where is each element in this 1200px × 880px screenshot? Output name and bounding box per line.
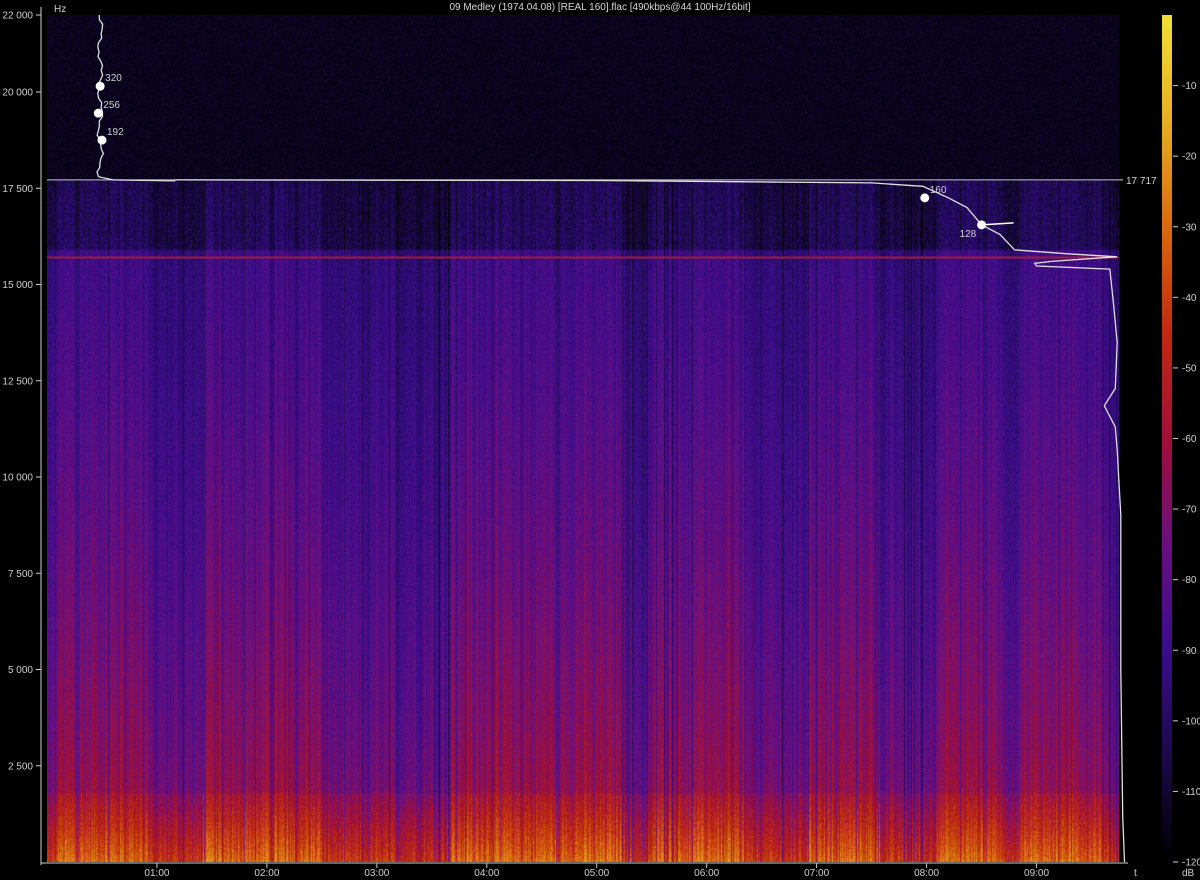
y-tick-label: 7 500 <box>8 569 33 580</box>
x-tick-label: 01:00 <box>144 868 169 879</box>
x-tick-label: 06:00 <box>694 868 719 879</box>
bitrate-marker-dot <box>920 193 930 203</box>
axes-overlay: 2 500 5 000 7 500 10 000 12 500 15 000 17 500 2… <box>2 4 1200 879</box>
bitrate-marker-tail <box>981 222 1014 226</box>
bitrate-marker-dot <box>95 81 105 91</box>
colorbar-label: dB <box>1182 868 1195 879</box>
x-tick-label: 03:00 <box>364 868 389 879</box>
x-tick-label: 02:00 <box>254 868 279 879</box>
frequency-profile-top <box>96 15 176 182</box>
y-axis-label: Hz <box>54 4 66 15</box>
colorbar-tick-label: -30 <box>1182 222 1197 233</box>
colorbar-tick-label: -50 <box>1182 363 1197 374</box>
bitrate-marker-label: 160 <box>930 185 947 196</box>
x-tick-label: 08:00 <box>914 868 939 879</box>
colorbar-tick-label: -120 <box>1182 858 1200 869</box>
bitrate-marker-label: 320 <box>105 73 122 84</box>
bitrate-marker-label: 128 <box>960 229 977 240</box>
y-tick-label: 20 000 <box>2 88 33 99</box>
x-tick-label: 04:00 <box>474 868 499 879</box>
spectrogram-view: 09 Medley (1974.04.08) [REAL 160].flac [… <box>0 0 1200 880</box>
y-tick-label: 12 500 <box>2 376 33 387</box>
frequency-profile-right <box>175 179 1126 863</box>
y-tick-label: 22 000 <box>2 11 33 22</box>
colorbar-tick-label: -100 <box>1182 716 1200 727</box>
y-tick-label: 10 000 <box>2 473 33 484</box>
x-axis-label: t <box>1134 868 1137 879</box>
x-tick-label: 09:00 <box>1024 868 1049 879</box>
x-tick-label: 05:00 <box>584 868 609 879</box>
bitrate-marker-label: 192 <box>107 127 124 138</box>
bitrate-marker-dot <box>97 135 107 145</box>
colorbar-tick-label: -10 <box>1182 81 1197 92</box>
colorbar-tick-label: -60 <box>1182 434 1197 445</box>
bitrate-marker-dot <box>93 108 103 118</box>
y-tick-label: 2 500 <box>8 761 33 772</box>
x-tick-label: 07:00 <box>804 868 829 879</box>
y-tick-label: 5 000 <box>8 665 33 676</box>
colorbar-tick-label: -70 <box>1182 505 1197 516</box>
cutoff-label: 17 717 <box>1126 176 1157 187</box>
colorbar-tick-label: -110 <box>1182 787 1200 798</box>
y-tick-label: 17 500 <box>2 184 33 195</box>
colorbar-tick-label: -80 <box>1182 575 1197 586</box>
colorbar-tick-label: -20 <box>1182 152 1197 163</box>
colorbar-tick-label: -90 <box>1182 646 1197 657</box>
y-tick-label: 15 000 <box>2 280 33 291</box>
colorbar-tick-label: -40 <box>1182 293 1197 304</box>
bitrate-marker-label: 256 <box>103 100 120 111</box>
